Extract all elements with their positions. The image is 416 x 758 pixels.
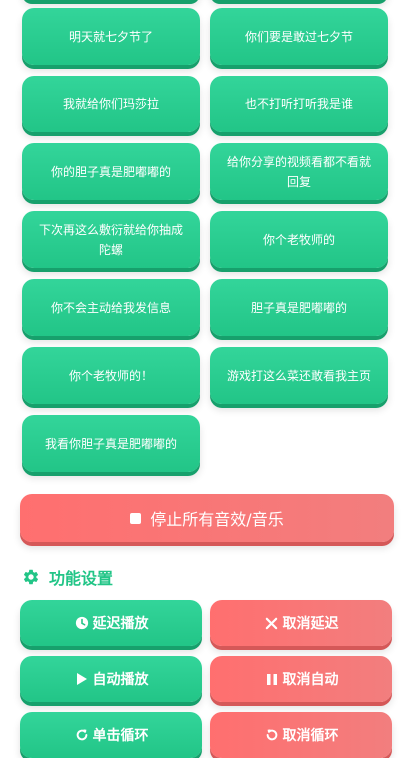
sound-button-label: 给你分享的视频看都不看就回复 <box>226 154 371 189</box>
sound-button[interactable]: 你的胆子真是肥嘟嘟的 <box>22 143 200 200</box>
sound-button[interactable]: 你个老牧师的 <box>210 211 388 268</box>
sound-button-label: 胆子真是肥嘟嘟的 <box>250 300 347 315</box>
sound-button-label: 你个老牧师的 <box>262 232 335 247</box>
cancel-delay-label: 取消延迟 <box>282 616 339 632</box>
sound-button[interactable]: 也不打听打听我是谁 <box>210 76 388 132</box>
sound-button[interactable]: 游戏打这么菜还敢看我主页 <box>210 347 388 404</box>
redo-icon <box>74 727 90 743</box>
cancel-loop-label: 取消循环 <box>282 728 339 744</box>
undo-icon <box>264 727 280 743</box>
cancel-auto-button[interactable]: 取消自动 <box>210 656 392 702</box>
gear-icon <box>23 569 39 585</box>
sound-button-label: 你们要是敢过七夕节 <box>244 29 353 44</box>
sound-button[interactable]: 你们要是敢过七夕节 <box>210 8 388 65</box>
single-loop-button[interactable]: 单击循环 <box>20 712 202 758</box>
stop-all-button[interactable]: 停止所有音效/音乐 <box>20 494 394 542</box>
single-loop-label: 单击循环 <box>92 728 149 744</box>
sound-button[interactable]: 胆子真是肥嘟嘟的 <box>210 279 388 336</box>
settings-header: 功能设置 <box>22 565 113 589</box>
settings-title: 功能设置 <box>49 569 114 588</box>
sound-button[interactable]: 下次再这么敷衍就给你抽成陀螺 <box>22 211 200 268</box>
cancel-delay-button[interactable]: 取消延迟 <box>210 600 392 646</box>
stop-all-label: 停止所有音效/音乐 <box>150 510 284 529</box>
pause-icon <box>264 671 280 687</box>
sound-button[interactable]: 你个老牧师的！ <box>22 347 200 404</box>
sound-button-label: 游戏打这么菜还敢看我主页 <box>226 368 371 383</box>
cancel-loop-button[interactable]: 取消循环 <box>210 712 392 758</box>
sound-button[interactable]: 我就给你们玛莎拉 <box>22 76 200 132</box>
sound-button-label: 下次再这么敷衍就给你抽成陀螺 <box>38 222 183 257</box>
cancel-auto-label: 取消自动 <box>282 672 339 688</box>
stop-square-icon <box>130 512 142 524</box>
play-icon <box>74 671 90 687</box>
clock-icon <box>74 615 90 631</box>
sound-button[interactable]: 你不会主动给我发信息 <box>22 279 200 336</box>
delay-play-label: 延迟播放 <box>92 616 149 632</box>
sound-button[interactable]: 我看你胆子真是肥嘟嘟的 <box>22 415 200 472</box>
sound-button[interactable]: 给你分享的视频看都不看就回复 <box>210 143 388 200</box>
delay-play-button[interactable]: 延迟播放 <box>20 600 202 646</box>
x-icon <box>264 615 280 631</box>
sound-button-label: 也不打听打听我是谁 <box>244 97 353 111</box>
sound-button-label: 你的胆子真是肥嘟嘟的 <box>50 164 171 179</box>
sound-button-label: 你个老牧师的！ <box>68 368 153 383</box>
sound-button[interactable]: 明天就七夕节了 <box>22 8 200 65</box>
auto-play-label: 自动播放 <box>92 672 149 688</box>
sound-button-label: 我就给你们玛莎拉 <box>62 97 159 111</box>
sound-button-label: 你不会主动给我发信息 <box>50 300 171 315</box>
sound-button-label: 我看你胆子真是肥嘟嘟的 <box>44 436 177 451</box>
sound-button-label: 明天就七夕节了 <box>68 29 153 44</box>
auto-play-button[interactable]: 自动播放 <box>20 656 202 702</box>
